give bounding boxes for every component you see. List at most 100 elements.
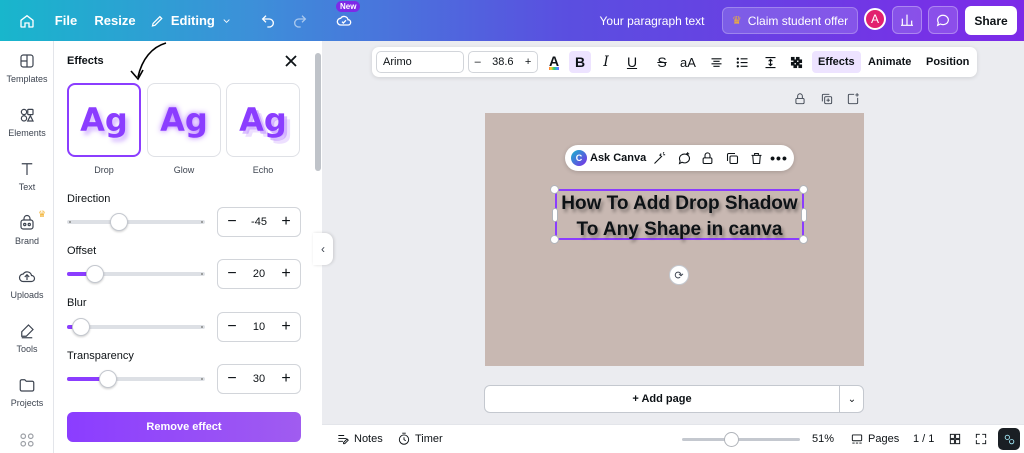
lock-page-button[interactable] <box>793 92 807 106</box>
element-context-toolbar: C Ask Canva ••• <box>565 145 794 171</box>
remove-effect-button[interactable]: Remove effect <box>67 412 301 442</box>
rail-item-projects[interactable]: Projects <box>0 367 54 417</box>
letter-case-button[interactable]: aA <box>677 51 699 73</box>
blur-slider[interactable] <box>67 318 205 336</box>
add-page-button[interactable]: + Add page <box>485 386 839 412</box>
offset-value[interactable]: 20 <box>253 268 265 280</box>
effect-label: Drop <box>94 165 114 175</box>
direction-value[interactable]: -45 <box>251 216 267 228</box>
decrement-button[interactable]: − <box>224 265 240 283</box>
close-panel-button[interactable] <box>284 54 298 68</box>
magic-edit-button[interactable] <box>651 150 667 166</box>
magic-wand-icon <box>653 151 665 164</box>
file-menu[interactable]: File <box>50 0 82 41</box>
scrollbar-thumb[interactable] <box>315 53 321 171</box>
decrement-button[interactable]: − <box>224 213 240 231</box>
collapse-panel-button[interactable]: ‹ <box>313 233 333 265</box>
font-family-select[interactable]: Arimo <box>376 51 464 73</box>
effect-glow[interactable]: Ag <box>147 83 221 157</box>
selected-text-box[interactable]: How To Add Drop Shadow To Any Shape in c… <box>555 189 804 240</box>
comments-button[interactable] <box>928 6 958 34</box>
decrement-button[interactable]: − <box>224 318 240 336</box>
rail-item-apps[interactable] <box>0 425 54 453</box>
lock-element-button[interactable] <box>699 150 715 166</box>
effects-button[interactable]: Effects <box>812 51 861 73</box>
ask-canva-button[interactable]: Ask Canva <box>590 152 646 164</box>
undo-button[interactable] <box>256 0 280 41</box>
tools-icon <box>21 324 34 339</box>
resize-handle[interactable] <box>801 208 807 222</box>
resize-handle[interactable] <box>799 235 808 244</box>
document-title[interactable]: Your paragraph text <box>596 0 708 41</box>
strikethrough-button[interactable]: S <box>651 51 673 73</box>
grid-view-button[interactable] <box>948 431 962 447</box>
animate-button[interactable]: Animate <box>862 51 917 73</box>
zoom-slider[interactable] <box>682 438 800 441</box>
increment-button[interactable]: + <box>278 370 294 388</box>
editing-mode-button[interactable]: Editing <box>150 0 232 41</box>
rail-item-tools[interactable]: Tools <box>0 313 54 363</box>
decrease-size-button[interactable]: – <box>475 56 481 68</box>
effect-drop[interactable]: Ag <box>67 83 141 157</box>
effect-echo[interactable]: Ag <box>226 83 300 157</box>
bold-button[interactable]: B <box>569 51 591 73</box>
pages-button[interactable]: Pages <box>850 431 899 447</box>
more-options-button[interactable]: ••• <box>770 150 787 166</box>
timer-button[interactable]: Timer <box>397 431 443 447</box>
position-button[interactable]: Position <box>920 51 975 73</box>
list-button[interactable] <box>731 51 753 73</box>
rail-item-uploads[interactable]: Uploads <box>0 259 54 309</box>
slider-handle[interactable] <box>86 265 104 283</box>
blur-value[interactable]: 10 <box>253 321 265 333</box>
decrement-button[interactable]: − <box>224 370 240 388</box>
direction-slider[interactable] <box>67 213 205 231</box>
rotate-handle[interactable]: ⟳ <box>669 265 689 285</box>
resize-handle[interactable] <box>552 208 558 222</box>
rail-item-label: Brand <box>14 236 40 246</box>
slider-handle[interactable] <box>99 370 117 388</box>
slider-handle[interactable] <box>72 318 90 336</box>
transparency-value[interactable]: 30 <box>253 373 265 385</box>
text-box-content[interactable]: How To Add Drop Shadow To Any Shape in c… <box>557 191 802 243</box>
underline-button[interactable]: U <box>621 51 643 73</box>
resize-handle[interactable] <box>550 185 559 194</box>
increment-button[interactable]: + <box>278 265 294 283</box>
comment-button[interactable] <box>676 150 692 166</box>
duplicate-element-button[interactable] <box>724 150 740 166</box>
home-button[interactable] <box>14 0 40 41</box>
italic-button[interactable]: I <box>595 51 617 73</box>
resize-button[interactable]: Resize <box>94 0 136 41</box>
add-page-icon-button[interactable] <box>846 92 860 106</box>
resize-handle[interactable] <box>550 235 559 244</box>
increment-button[interactable]: + <box>278 318 294 336</box>
claim-student-offer-button[interactable]: ♛ Claim student offer <box>722 7 858 34</box>
delete-element-button[interactable] <box>748 150 764 166</box>
hide-ui-button[interactable] <box>998 428 1020 450</box>
add-page-options-button[interactable]: ⌄ <box>839 386 864 412</box>
increase-size-button[interactable]: + <box>525 56 531 68</box>
increment-button[interactable]: + <box>278 213 294 231</box>
resize-handle[interactable] <box>799 185 808 194</box>
transparency-slider[interactable] <box>67 370 205 388</box>
align-button[interactable] <box>705 51 727 73</box>
trash-icon <box>751 152 761 164</box>
zoom-level[interactable]: 51% <box>812 431 834 447</box>
rail-item-text[interactable]: Text <box>0 151 54 201</box>
rail-item-elements[interactable]: Elements <box>0 97 54 147</box>
redo-button[interactable] <box>288 0 312 41</box>
transparency-button[interactable] <box>785 51 807 73</box>
avatar[interactable]: A <box>864 8 886 30</box>
share-button[interactable]: Share <box>965 6 1017 35</box>
font-size-value[interactable]: 38.6 <box>492 56 513 68</box>
offset-slider[interactable] <box>67 265 205 283</box>
notes-button[interactable]: Notes <box>336 431 383 447</box>
rail-item-templates[interactable]: Templates <box>0 43 54 93</box>
text-color-button[interactable]: A <box>543 51 565 73</box>
slider-handle[interactable] <box>110 213 128 231</box>
zoom-slider-handle[interactable] <box>724 432 739 447</box>
duplicate-icon <box>726 152 738 164</box>
duplicate-page-button[interactable] <box>820 92 834 106</box>
insights-button[interactable] <box>892 6 922 34</box>
fullscreen-button[interactable] <box>974 431 988 447</box>
spacing-button[interactable] <box>759 51 781 73</box>
